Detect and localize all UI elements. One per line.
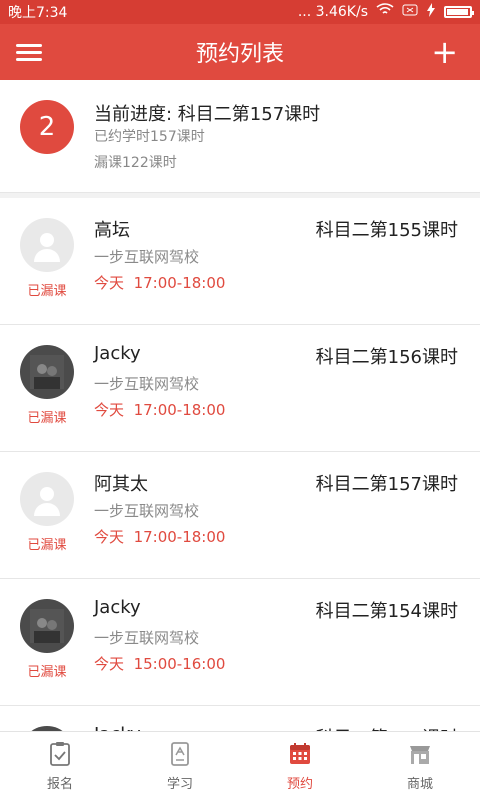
calendar-icon (290, 742, 310, 764)
appointment-row[interactable]: Jacky 科目二第142课时 (0, 706, 480, 732)
attendance-status: 已漏课 (27, 665, 67, 680)
lesson-date: 今天 (94, 655, 125, 673)
lesson-hours: 17:00-18:00 (133, 401, 226, 419)
add-button[interactable]: + (431, 36, 458, 68)
top-bar: 预约列表 + (0, 24, 480, 80)
lesson-date: 今天 (94, 274, 125, 292)
attendance-status: 已漏课 (27, 284, 67, 299)
lesson-hours: 17:00-18:00 (133, 274, 226, 292)
progress-badge: 2 (20, 100, 74, 154)
lesson-subject: 科目二第157课时 (315, 474, 458, 495)
appointment-list[interactable]: 已漏课 高坛 科目二第155课时 一步互联网驾校 今天 17:00-18:00 … (0, 198, 480, 732)
wifi-icon (376, 3, 394, 21)
coach-name: 高坛 (94, 220, 130, 241)
coach-avatar (20, 599, 74, 653)
bottom-tab-bar: 报名 学习 预约 商城 (0, 731, 480, 800)
tab-label: 报名 (46, 776, 73, 792)
school-name: 一步互联网驾校 (94, 248, 200, 266)
status-time: 晚上7:34 (8, 5, 68, 21)
appointment-row[interactable]: 已漏课 阿其太 科目二第157课时 一步互联网驾校 今天 17:00-18:00 (0, 452, 480, 579)
network-speed: ... 3.46K/s (297, 4, 368, 20)
coach-name: 阿其太 (94, 474, 148, 495)
clipboard-check-icon (50, 741, 70, 766)
lesson-time: 今天 15:00-16:00 (94, 653, 225, 674)
battery-fill (447, 9, 468, 15)
tab-appointment[interactable]: 预约 (240, 732, 360, 800)
tab-label: 预约 (286, 776, 313, 792)
school-name: 一步互联网驾校 (94, 375, 200, 393)
lesson-hours: 15:00-16:00 (133, 655, 226, 673)
sim-icon (402, 4, 418, 20)
menu-line (16, 51, 42, 54)
menu-button[interactable] (16, 40, 42, 62)
tab-signup[interactable]: 报名 (0, 732, 120, 800)
status-bar: 晚上7:34 ... 3.46K/s (0, 0, 480, 24)
avatar-placeholder-icon (20, 218, 74, 272)
lesson-subject: 科目二第155课时 (315, 220, 458, 241)
booked-hours-text: 已约学时157课时 (94, 129, 205, 145)
progress-card: 2 当前进度: 科目二第157课时 已约学时157课时 漏课122课时 (0, 80, 480, 193)
menu-line (16, 44, 42, 47)
document-icon (171, 741, 189, 766)
tab-store[interactable]: 商城 (360, 732, 480, 800)
menu-line (16, 58, 42, 61)
page-title: 预约列表 (195, 42, 284, 67)
tab-label: 商城 (406, 776, 433, 792)
tab-label: 学习 (166, 776, 193, 792)
lesson-subject: 科目二第156课时 (315, 347, 458, 368)
lesson-time: 今天 17:00-18:00 (94, 272, 225, 293)
school-name: 一步互联网驾校 (94, 502, 200, 520)
attendance-status: 已漏课 (27, 411, 67, 426)
attendance-status: 已漏课 (27, 538, 67, 553)
progress-title: 当前进度: 科目二第157课时 (94, 104, 321, 125)
lesson-hours: 17:00-18:00 (133, 528, 226, 546)
store-icon (410, 745, 430, 764)
tab-study[interactable]: 学习 (120, 732, 240, 800)
coach-name: Jacky (94, 343, 141, 364)
charging-icon (426, 3, 436, 21)
lesson-time: 今天 17:00-18:00 (94, 526, 225, 547)
coach-avatar (20, 345, 74, 399)
battery-icon (444, 6, 474, 18)
avatar-placeholder-icon (20, 472, 74, 526)
lesson-date: 今天 (94, 401, 125, 419)
appointment-row[interactable]: 已漏课 高坛 科目二第155课时 一步互联网驾校 今天 17:00-18:00 (0, 198, 480, 325)
missed-hours-text: 漏课122课时 (94, 155, 177, 171)
school-name: 一步互联网驾校 (94, 629, 200, 647)
appointment-row[interactable]: 已漏课 Jacky 科目二第154课时 一步互联网驾校 今天 15:00-16:… (0, 579, 480, 706)
appointment-row[interactable]: 已漏课 Jacky 科目二第156课时 一步互联网驾校 今天 17:00-18:… (0, 325, 480, 452)
lesson-date: 今天 (94, 528, 125, 546)
lesson-subject: 科目二第154课时 (315, 601, 458, 622)
coach-name: Jacky (94, 597, 141, 618)
lesson-time: 今天 17:00-18:00 (94, 399, 225, 420)
